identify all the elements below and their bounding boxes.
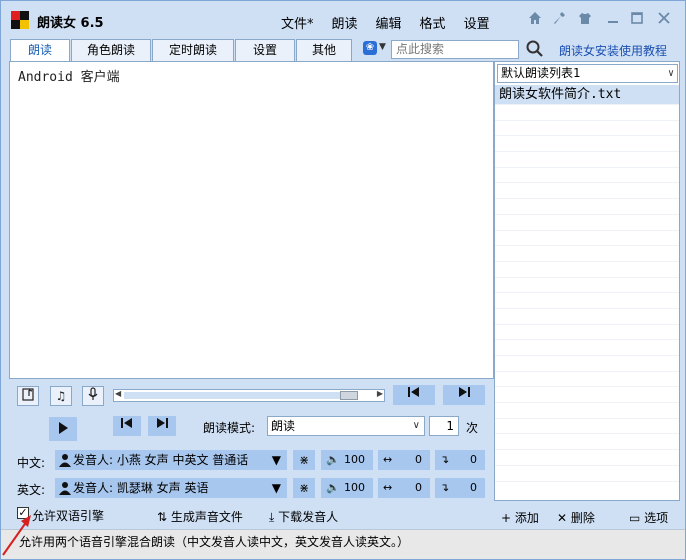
minimize-icon[interactable] <box>605 11 621 27</box>
speed-icon: ↔ <box>383 481 393 494</box>
slider-thumb[interactable] <box>340 391 359 400</box>
pitch-icon: ↴ <box>440 481 450 494</box>
voice-settings-icon[interactable]: ⋇ <box>293 478 315 498</box>
english-volume-value: 100 <box>344 481 365 494</box>
menu-bar: 文件* 朗读 编辑 格式 设置 <box>281 13 508 32</box>
playlist-panel: 默认朗读列表1 ∨ 朗读女软件简介.txt <box>494 61 680 501</box>
app-window: 朗读女 6.5 文件* 朗读 编辑 格式 设置 朗读 角色朗读 定时朗读 设置 … <box>0 0 686 560</box>
add-button[interactable]: + 添加 <box>501 509 539 526</box>
list-item[interactable]: 朗读女软件简介.txt <box>495 85 679 105</box>
shirt-icon[interactable] <box>577 11 593 27</box>
english-voice-value: 发音人: 凯瑟琳 女声 英语 <box>73 481 209 495</box>
app-title: 朗读女 6.5 <box>37 16 104 31</box>
editor-text: Android 客户端 <box>18 70 120 85</box>
home-icon[interactable] <box>527 11 543 27</box>
menu-settings[interactable]: 设置 <box>464 13 490 32</box>
music-icon[interactable]: ♫ <box>50 386 72 406</box>
playlist-list: 朗读女软件简介.txt <box>495 85 679 482</box>
english-speed-control[interactable]: ↔ 0 <box>378 478 430 498</box>
skip-forward-icon[interactable] <box>443 385 485 405</box>
search-input[interactable]: 点此搜索 <box>391 40 519 59</box>
arrow-left-icon[interactable]: ◀ <box>115 389 121 398</box>
app-logo <box>11 11 29 29</box>
volume-icon: 🔈 <box>326 481 340 494</box>
microphone-icon[interactable] <box>82 386 104 406</box>
tab-read[interactable]: 朗读 <box>10 39 70 62</box>
person-icon <box>59 454 71 467</box>
dual-engine-label[interactable]: 允许双语引擎 <box>32 507 104 524</box>
annotation-arrow-icon <box>2 515 31 556</box>
options-button[interactable]: ▭ 选项 <box>629 509 668 526</box>
status-bar: 允许用两个语音引擎混合朗读（中文发音人读中文，英文发音人读英文。） <box>1 529 685 559</box>
play-icon[interactable] <box>49 417 77 441</box>
document-icon[interactable] <box>17 386 39 406</box>
tool-icon[interactable] <box>551 11 567 27</box>
english-label: 英文: <box>17 483 46 497</box>
volume-icon: 🔈 <box>326 453 340 466</box>
tab-role-read[interactable]: 角色朗读 <box>71 39 151 61</box>
voice-settings-icon[interactable]: ⋇ <box>293 450 315 470</box>
menu-format[interactable]: 格式 <box>420 13 446 32</box>
playlist-select[interactable]: 默认朗读列表1 ∨ <box>497 64 678 83</box>
playlist-select-value: 默认朗读列表1 <box>501 66 581 80</box>
person-icon <box>59 482 71 495</box>
download-icon: ⤓ <box>269 510 275 524</box>
convert-icon: ⇅ <box>157 510 168 524</box>
chinese-voice-select[interactable]: 发音人: 小燕 女声 中英文 普通话 ▼ <box>55 450 287 470</box>
help-link[interactable]: 朗读女安装使用教程 <box>559 42 667 59</box>
chinese-pitch-value: 0 <box>470 453 477 466</box>
mode-label: 朗读模式: <box>203 421 256 435</box>
plus-icon: + <box>501 511 512 525</box>
chinese-volume-control[interactable]: 🔈 100 <box>321 450 373 470</box>
menu-edit[interactable]: 编辑 <box>376 13 402 32</box>
search-engine-dropdown-icon[interactable]: ▼ <box>379 42 386 52</box>
english-pitch-control[interactable]: ↴ 0 <box>435 478 485 498</box>
repeat-count-input[interactable]: 1 <box>429 416 459 436</box>
chevron-down-icon: ∨ <box>667 68 674 79</box>
chevron-down-icon: ∨ <box>412 420 420 431</box>
repeat-unit-label: 次 <box>466 421 479 435</box>
generate-audio-button[interactable]: ⇅ 生成声音文件 <box>157 508 243 525</box>
menu-file[interactable]: 文件* <box>281 13 314 32</box>
chinese-voice-value: 发音人: 小燕 女声 中英文 普通话 <box>73 453 249 467</box>
close-icon: ✕ <box>557 511 568 525</box>
arrow-right-icon[interactable]: ▶ <box>377 389 383 398</box>
maximize-icon[interactable] <box>629 11 645 27</box>
chinese-pitch-control[interactable]: ↴ 0 <box>435 450 485 470</box>
progress-fill <box>124 392 341 399</box>
delete-button[interactable]: ✕ 删除 <box>557 509 595 526</box>
english-speed-value: 0 <box>415 481 422 494</box>
tab-settings[interactable]: 设置 <box>235 39 295 61</box>
caret-down-icon: ▼ <box>271 453 281 467</box>
close-icon[interactable] <box>656 11 672 27</box>
mode-select[interactable]: 朗读 ∨ <box>267 416 425 436</box>
menu-read[interactable]: 朗读 <box>332 13 358 32</box>
next-icon[interactable] <box>148 416 176 436</box>
chinese-speed-value: 0 <box>415 453 422 466</box>
text-editor[interactable]: Android 客户端 <box>9 61 494 379</box>
speed-icon: ↔ <box>383 453 393 466</box>
window-icon: ▭ <box>629 511 641 525</box>
english-pitch-value: 0 <box>470 481 477 494</box>
previous-icon[interactable] <box>113 416 141 436</box>
chinese-speed-control[interactable]: ↔ 0 <box>378 450 430 470</box>
caret-down-icon: ▼ <box>271 481 281 495</box>
tab-timed-read[interactable]: 定时朗读 <box>152 39 234 61</box>
progress-slider[interactable]: ◀ ▶ <box>113 389 385 402</box>
mode-select-value: 朗读 <box>271 419 296 433</box>
tab-other[interactable]: 其他 <box>296 39 352 61</box>
chinese-volume-value: 100 <box>344 453 365 466</box>
skip-back-icon[interactable] <box>393 385 435 405</box>
chinese-label: 中文: <box>17 456 46 470</box>
paw-icon[interactable]: ❀ <box>363 41 377 55</box>
search-icon[interactable] <box>525 39 545 59</box>
english-volume-control[interactable]: 🔈 100 <box>321 478 373 498</box>
english-voice-select[interactable]: 发音人: 凯瑟琳 女声 英语 ▼ <box>55 478 287 498</box>
download-voice-button[interactable]: ⤓ 下载发音人 <box>269 508 338 525</box>
title-bar: 朗读女 6.5 文件* 朗读 编辑 格式 设置 <box>1 1 685 37</box>
pitch-icon: ↴ <box>440 453 450 466</box>
